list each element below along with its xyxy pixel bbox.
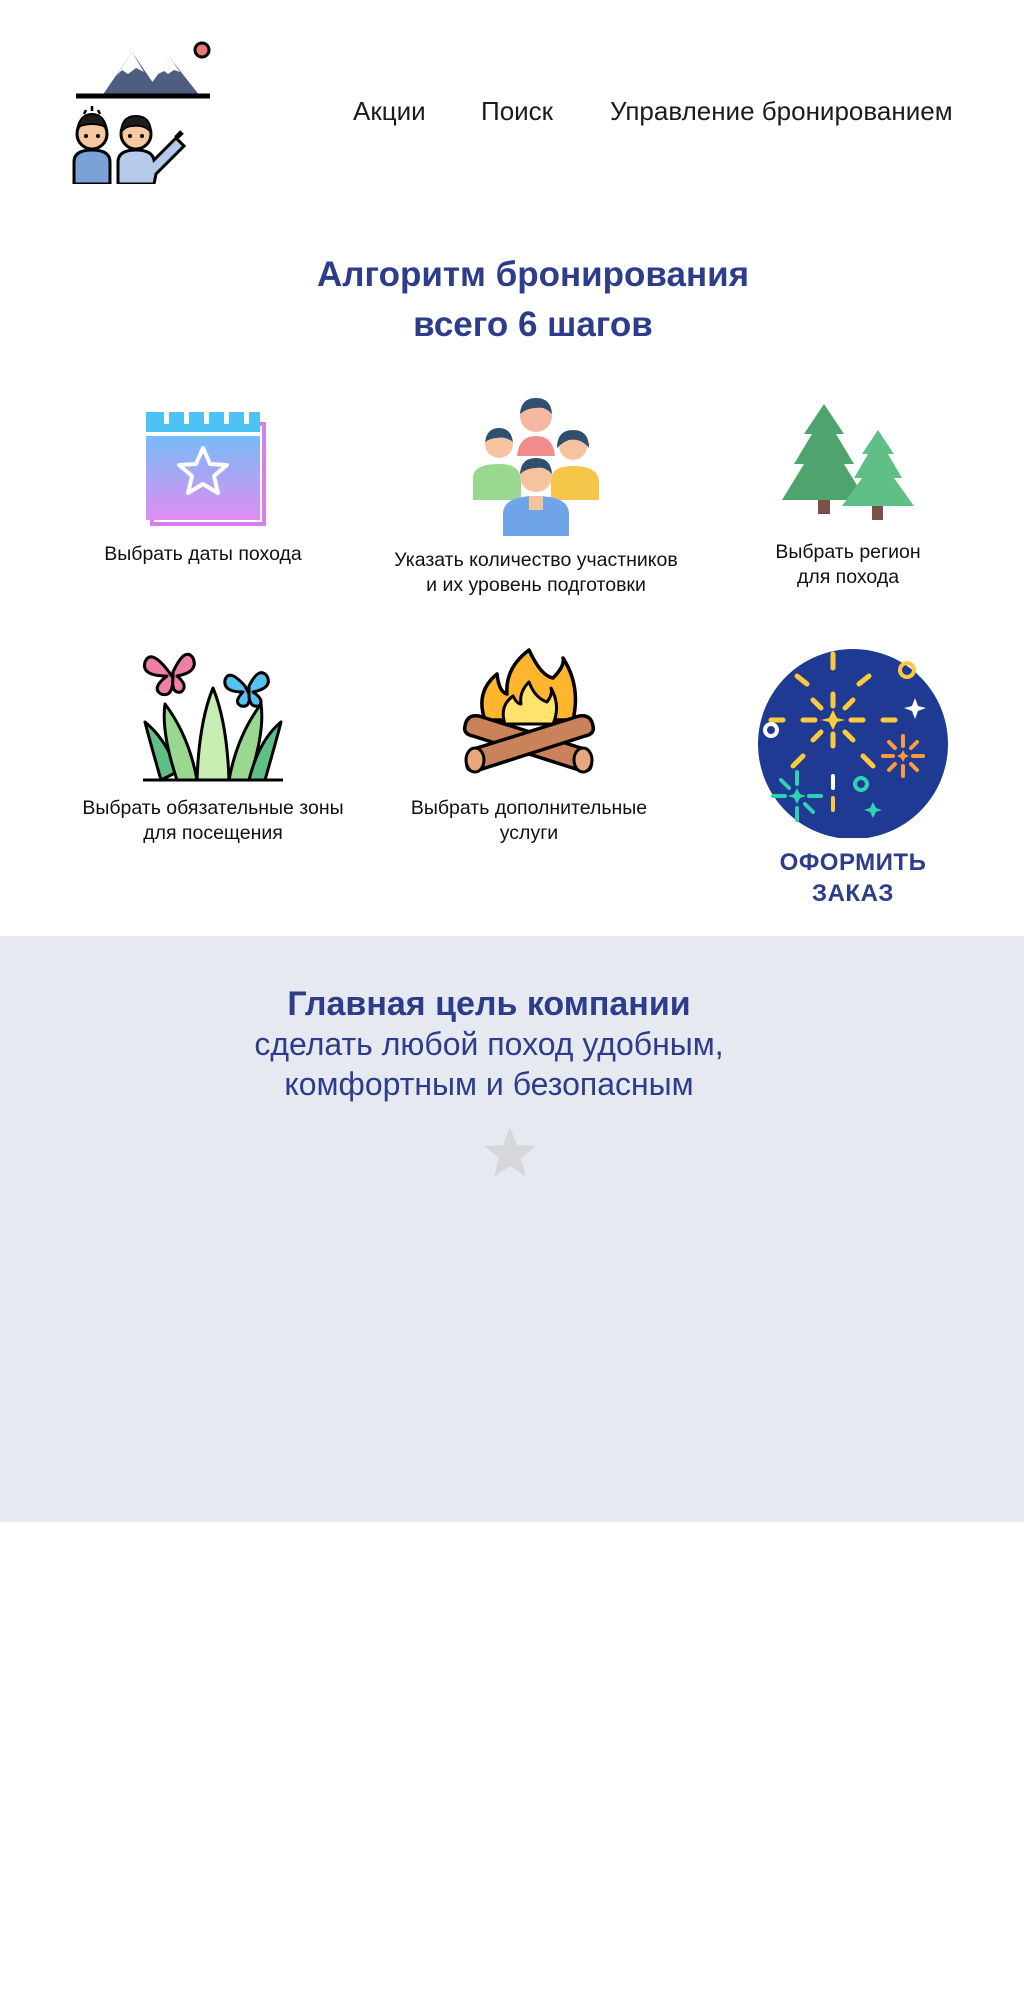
pine-trees-icon <box>782 404 914 520</box>
booking-title-line-2: всего 6 шагов <box>413 305 653 344</box>
step-zones: Выбрать обязательные зоны для посещения <box>68 642 358 846</box>
star-icon <box>484 1127 536 1177</box>
step-label: Выбрать регион для похода <box>775 541 921 588</box>
step-participants: Указать количество участников и их урове… <box>376 396 696 598</box>
fireworks-icon <box>758 649 948 839</box>
step-extra-services: Выбрать дополнительные услуги <box>392 648 666 846</box>
mission-heading: Главная цель компании <box>287 985 691 1023</box>
site-header: Акции Поиск Управление бронированием <box>0 0 1024 200</box>
step-region: Выбрать регион для похода <box>742 400 954 590</box>
mission-text: Главная цель компании сделать любой похо… <box>0 984 978 1104</box>
step-label: Выбрать дополнительные услуги <box>410 797 648 844</box>
place-order-label: ОФОРМИТЬ ЗАКАЗ <box>779 849 927 907</box>
step-label: Выбрать даты похода <box>104 543 302 565</box>
grass-butterflies-icon <box>142 652 283 782</box>
main-nav: Акции Поиск Управление бронированием <box>0 96 1024 136</box>
nav-link-promotions[interactable]: Акции <box>353 96 426 127</box>
step-label: Выбрать обязательные зоны для посещения <box>82 797 344 844</box>
nav-link-search[interactable]: Поиск <box>481 96 553 127</box>
nav-link-booking-management[interactable]: Управление бронированием <box>610 96 953 127</box>
booking-title-line-1: Алгоритм бронирования <box>316 255 750 294</box>
calendar-star-icon <box>146 402 266 526</box>
step-label: Указать количество участников и их урове… <box>394 549 678 596</box>
company-mission-section: Главная цель компании сделать любой похо… <box>0 936 1024 1522</box>
mission-body: сделать любой поход удобным, комфортным … <box>254 1026 724 1102</box>
step-select-dates: Выбрать даты похода <box>92 398 314 567</box>
place-order-button[interactable]: ОФОРМИТЬ ЗАКАЗ <box>748 638 958 909</box>
booking-steps-title: Алгоритм бронирования всего 6 шагов <box>0 250 1024 350</box>
group-of-people-icon <box>473 398 599 536</box>
campfire-icon <box>462 648 596 774</box>
